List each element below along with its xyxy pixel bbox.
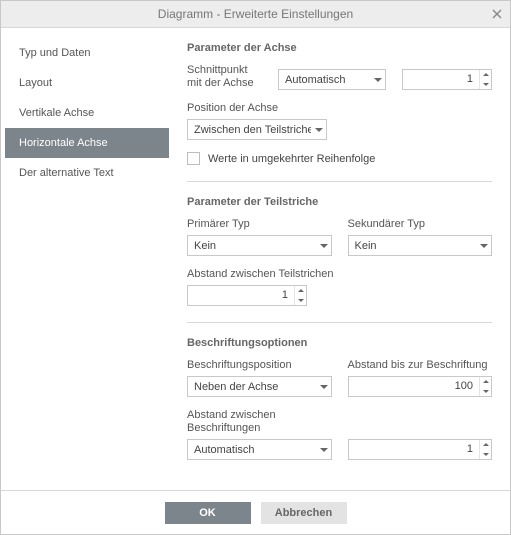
spinner-down-icon[interactable] <box>295 296 306 306</box>
spinner-up-icon[interactable] <box>480 70 491 80</box>
chevron-down-icon <box>320 385 328 389</box>
sidebar-item-alternative-text[interactable]: Der alternative Text <box>5 158 169 188</box>
primary-type-select[interactable]: Kein <box>187 235 332 256</box>
reverse-order-label: Werte in umgekehrter Reihenfolge <box>208 153 375 165</box>
sidebar-item-type-and-data[interactable]: Typ und Daten <box>5 38 169 68</box>
spinner-up-icon[interactable] <box>295 286 306 296</box>
settings-panel: Parameter der Achse Schnittpunkt mit der… <box>173 28 510 490</box>
primary-type-label: Primärer Typ <box>187 218 332 231</box>
label-interval-type-label: Abstand zwischen Beschriftungen <box>187 409 332 435</box>
titlebar: Diagramm - Erweiterte Einstellungen <box>1 1 510 28</box>
spinner-up-icon[interactable] <box>480 377 491 387</box>
sidebar: Typ und Daten Layout Vertikale Achse Hor… <box>1 28 173 490</box>
tick-interval-spinner[interactable]: 1 <box>187 285 307 306</box>
tick-interval-label: Abstand zwischen Teilstrichen <box>187 268 334 281</box>
sidebar-item-horizontal-axis[interactable]: Horizontale Achse <box>5 128 169 158</box>
chevron-down-icon <box>320 244 328 248</box>
chevron-down-icon <box>374 78 382 82</box>
axis-cross-select[interactable]: Automatisch <box>278 69 386 90</box>
axis-cross-value-spinner[interactable]: 1 <box>402 69 492 90</box>
spinner-down-icon[interactable] <box>480 387 491 397</box>
ok-button[interactable]: OK <box>165 502 251 524</box>
secondary-type-select[interactable]: Kein <box>348 235 493 256</box>
label-distance-spinner[interactable]: 100 <box>348 376 493 397</box>
chevron-down-icon <box>315 128 323 132</box>
axis-position-label: Position der Achse <box>187 102 327 115</box>
label-interval-select[interactable]: Automatisch <box>187 439 332 460</box>
chevron-down-icon <box>320 448 328 452</box>
sidebar-item-vertical-axis[interactable]: Vertikale Achse <box>5 98 169 128</box>
sidebar-item-layout[interactable]: Layout <box>5 68 169 98</box>
cancel-button[interactable]: Abbrechen <box>261 502 347 524</box>
spinner-down-icon[interactable] <box>480 80 491 90</box>
dialog-footer: OK Abbrechen <box>1 490 510 534</box>
label-opts-title: Beschriftungsoptionen <box>187 322 492 349</box>
close-icon[interactable] <box>490 7 504 21</box>
spinner-down-icon[interactable] <box>480 450 491 460</box>
label-position-label: Beschriftungsposition <box>187 359 332 372</box>
label-position-select[interactable]: Neben der Achse <box>187 376 332 397</box>
reverse-order-checkbox[interactable] <box>187 152 200 165</box>
secondary-type-label: Sekundärer Typ <box>348 218 493 231</box>
spinner-up-icon[interactable] <box>480 440 491 450</box>
tick-params-title: Parameter der Teilstriche <box>187 181 492 208</box>
chevron-down-icon <box>480 244 488 248</box>
axis-position-select[interactable]: Zwischen den Teilstrichen <box>187 119 327 140</box>
axis-cross-label: Schnittpunkt mit der Achse <box>187 64 262 90</box>
label-distance-label: Abstand bis zur Beschriftung <box>348 359 493 372</box>
dialog: Diagramm - Erweiterte Einstellungen Typ … <box>0 0 511 535</box>
axis-params-title: Parameter der Achse <box>187 42 492 54</box>
label-interval-spinner[interactable]: 1 <box>348 439 493 460</box>
dialog-title: Diagramm - Erweiterte Einstellungen <box>158 7 353 21</box>
